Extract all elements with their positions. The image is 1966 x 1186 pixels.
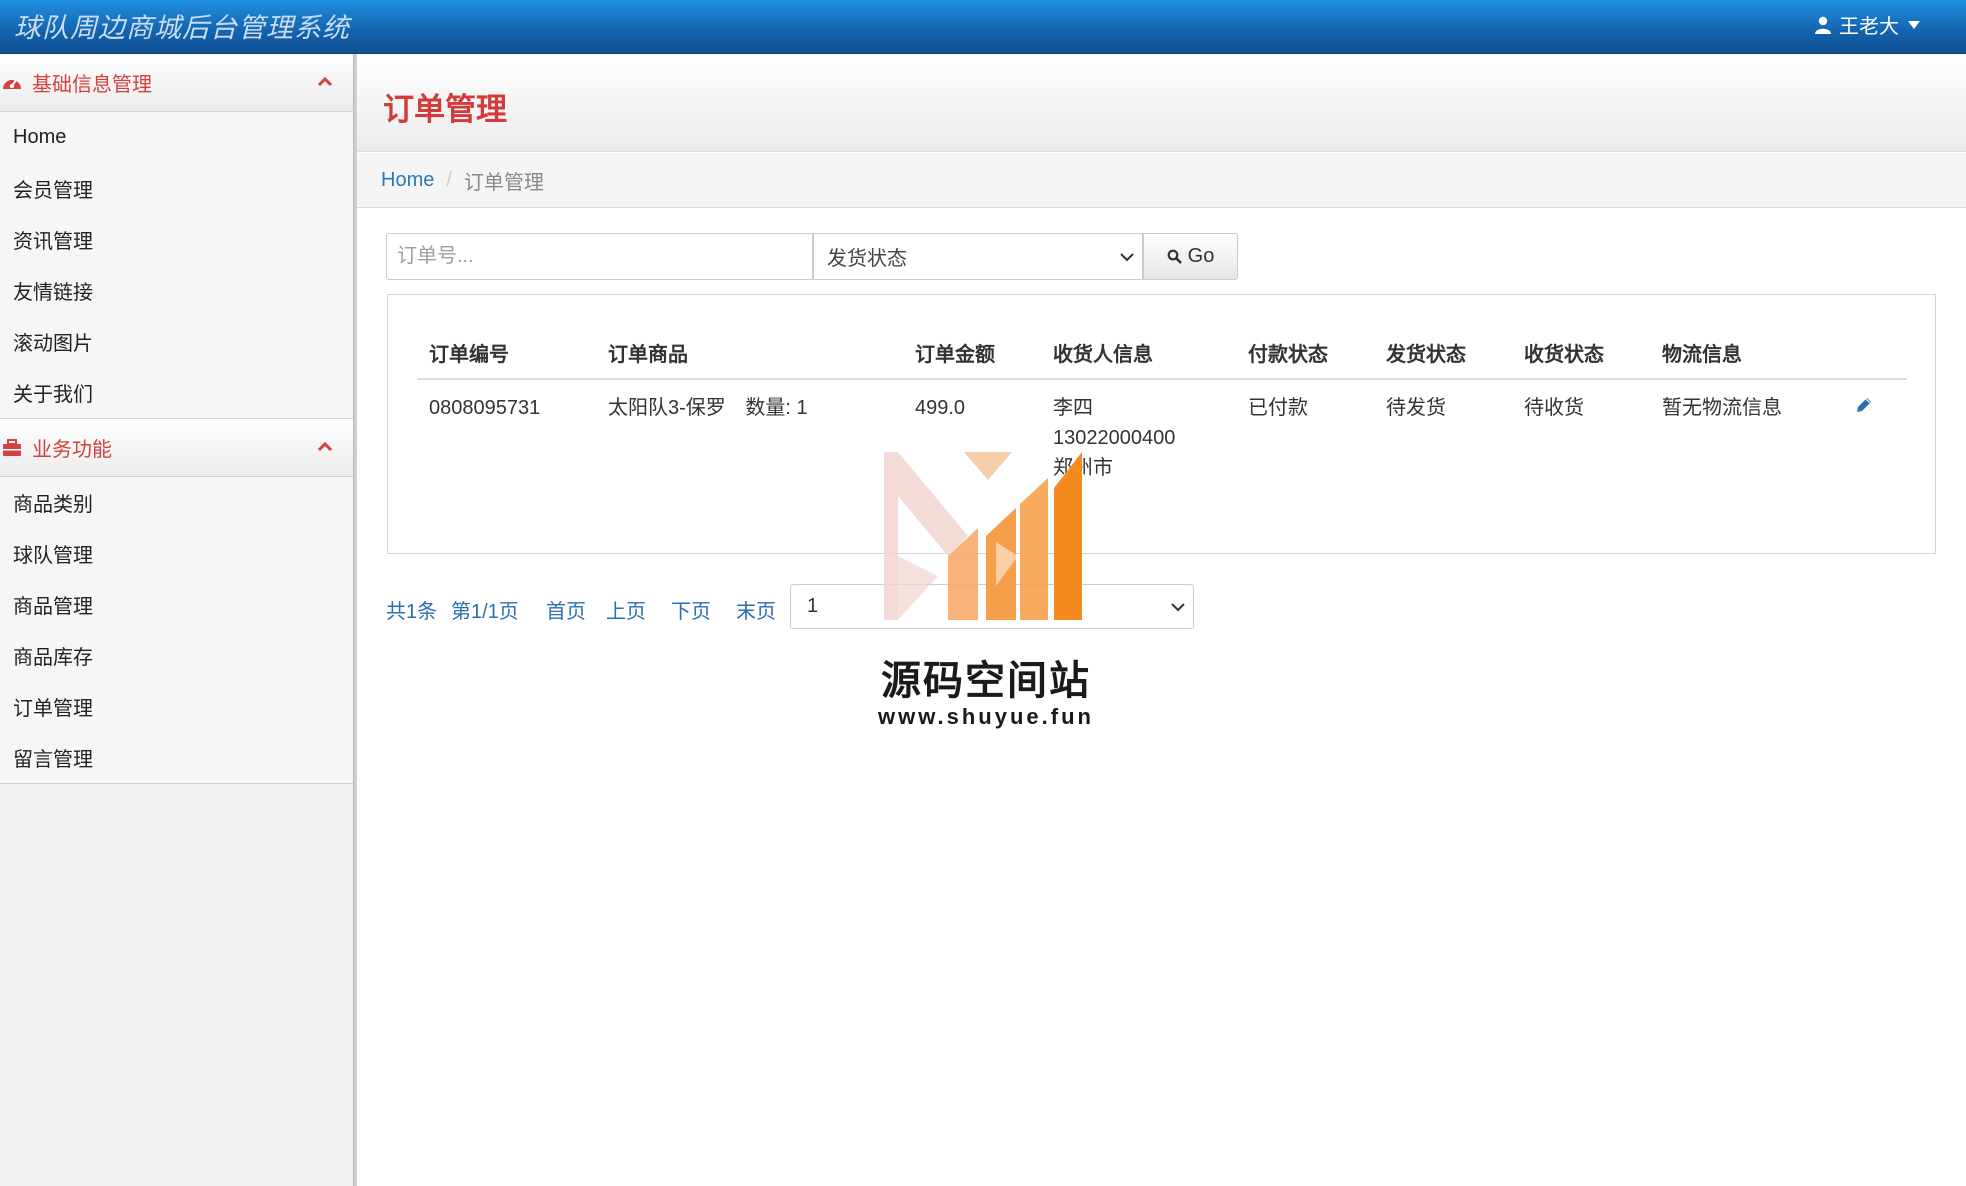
sidebar-item-categories[interactable]: 商品类别 [0,477,353,528]
sidebar-item-news[interactable]: 资讯管理 [0,214,353,265]
app-title: 球队周边商城后台管理系统 [14,13,350,44]
breadcrumb-separator: / [446,168,452,191]
table-header-divider [417,378,1907,380]
caret-down-icon [1908,20,1920,29]
sidebar-item-links[interactable]: 友情链接 [0,265,353,316]
breadcrumb: Home / 订单管理 [357,153,1966,208]
watermark-logo [884,452,1082,620]
breadcrumb-current: 订单管理 [463,171,544,194]
breadcrumb-home-link[interactable]: Home [381,169,434,192]
col-header-amount: 订单金额 [915,344,995,366]
pagination-page-info: 第1/1页 [451,601,519,623]
quantity-value: 1 [796,397,808,419]
quantity-label: 数量: [745,397,791,419]
user-name: 王老大 [1839,16,1899,38]
col-header-product: 订单商品 [608,344,688,366]
sidebar-item-members[interactable]: 会员管理 [0,163,353,214]
top-navbar: 球队周边商城后台管理系统 王老大 [0,0,1966,54]
briefcase-icon [3,438,21,456]
page-number-value: 1 [807,595,819,617]
cell-product: 太阳队3-保罗 数量: 1 [608,393,808,423]
sidebar-item-teams[interactable]: 球队管理 [0,528,353,579]
cell-order-no: 0808095731 [429,397,541,419]
sidebar-item-products[interactable]: 商品管理 [0,579,353,630]
go-button-label: Go [1187,245,1215,267]
sidebar-item-messages[interactable]: 留言管理 [0,732,353,783]
product-name: 太阳队3-保罗 [608,397,726,419]
watermark-url: www.shuyue.fun [878,704,1094,729]
col-header-logistics: 物流信息 [1662,344,1742,366]
go-button[interactable]: Go [1143,233,1238,280]
cell-ship-status: 待发货 [1386,397,1446,419]
cell-amount: 499.0 [915,397,966,419]
watermark-title: 源码空间站 [881,659,1091,703]
sidebar: 基础信息管理 Home 会员管理 资讯管理 友情链接 滚动图片 关于我们 业务功… [0,54,353,1186]
col-header-receive-status: 收货状态 [1524,344,1604,366]
pagination-last-link[interactable]: 末页 [736,595,776,624]
col-header-receiver: 收货人信息 [1053,344,1153,366]
edit-pencil-icon[interactable] [1855,396,1873,414]
sidebar-item-home[interactable]: Home [0,112,353,163]
chevron-down-icon [1171,603,1185,612]
sidebar-group-business[interactable]: 业务功能 [0,419,353,477]
pagination-total: 共1条 [386,601,438,623]
sidebar-item-inventory[interactable]: 商品库存 [0,630,353,681]
col-header-ship-status: 发货状态 [1386,344,1466,366]
sidebar-menu-basic: Home 会员管理 资讯管理 友情链接 滚动图片 关于我们 [0,112,353,419]
user-icon [1815,16,1831,34]
receiver-name: 李四 [1053,397,1093,419]
ship-status-value: 发货状态 [827,248,907,270]
cell-pay-status: 已付款 [1248,397,1308,419]
pagination-prev-link[interactable]: 上页 [606,595,646,624]
sidebar-item-carousel[interactable]: 滚动图片 [0,316,353,367]
col-header-order-no: 订单编号 [429,344,509,366]
pagination-first-link[interactable]: 首页 [546,595,586,624]
ship-status-select[interactable]: 发货状态 [813,233,1143,280]
chevron-up-icon [317,76,333,87]
dashboard-icon [3,78,21,89]
sidebar-menu-business: 商品类别 球队管理 商品管理 商品库存 订单管理 留言管理 [0,477,353,784]
order-number-input[interactable] [386,233,813,280]
orders-table: 订单编号 订单商品 订单金额 收货人信息 付款状态 发货状态 收货状态 物流信息… [387,294,1936,554]
user-menu[interactable]: 王老大 [1815,10,1921,39]
search-icon [1167,249,1182,264]
page-title: 订单管理 [383,92,507,127]
chevron-up-icon [317,441,333,452]
page-header: 订单管理 [357,54,1966,152]
cell-receive-status: 待收货 [1524,397,1584,419]
sidebar-item-orders[interactable]: 订单管理 [0,681,353,732]
sidebar-divider [353,54,357,1186]
cell-logistics: 暂无物流信息 [1662,397,1782,419]
pagination-next-link[interactable]: 下页 [671,595,711,624]
sidebar-group-basic[interactable]: 基础信息管理 [0,54,353,112]
sidebar-group-label: 基础信息管理 [32,74,152,96]
sidebar-group-label: 业务功能 [32,439,112,461]
chevron-down-icon [1120,253,1134,262]
sidebar-item-about[interactable]: 关于我们 [0,367,353,418]
col-header-pay-status: 付款状态 [1248,344,1328,366]
